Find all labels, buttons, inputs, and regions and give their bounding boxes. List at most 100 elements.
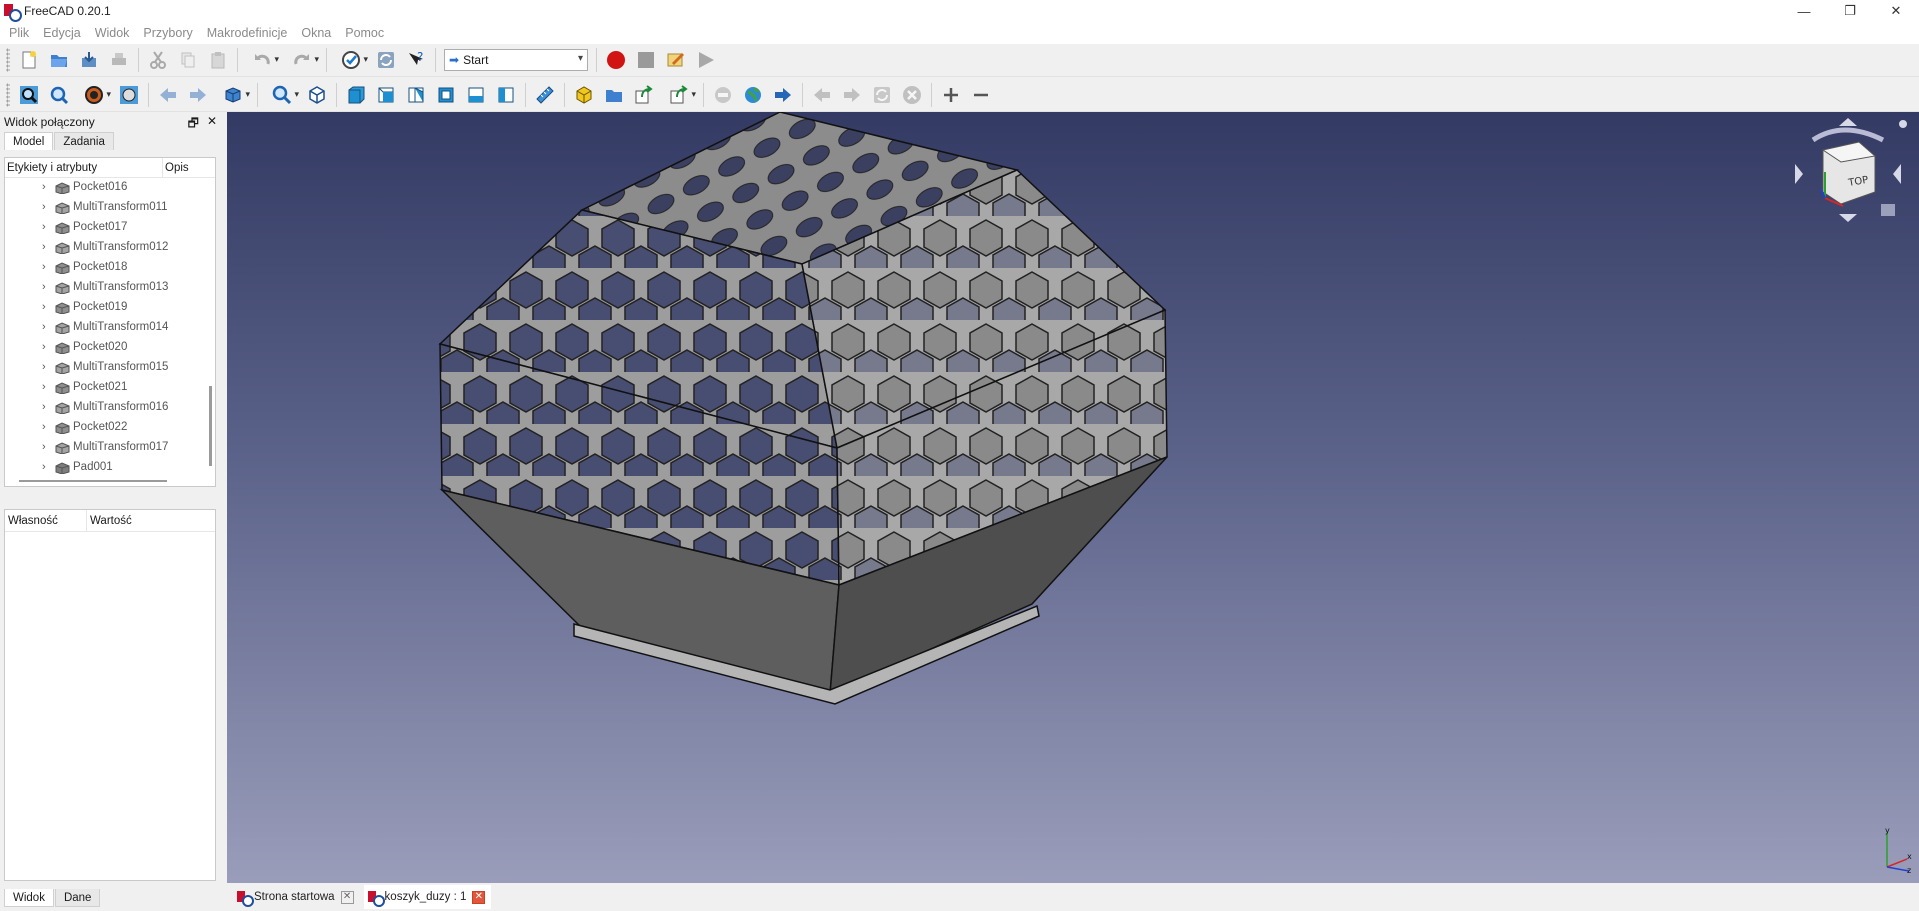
rotate-arrow-icon[interactable] bbox=[1811, 127, 1885, 143]
close-tab-icon[interactable]: ✕ bbox=[340, 890, 354, 904]
model-tree[interactable]: Etykiety i atrybuty Opis › Pocket016 › Mult… bbox=[4, 157, 216, 487]
paste-button[interactable] bbox=[205, 47, 231, 73]
chevron-right-icon[interactable]: › bbox=[42, 221, 46, 233]
web-stop-button[interactable] bbox=[710, 82, 736, 108]
isometric-view-button[interactable] bbox=[304, 82, 330, 108]
tree-item[interactable]: › Pocket022 bbox=[5, 418, 215, 438]
tree-item[interactable]: › Pocket017 bbox=[5, 218, 215, 238]
recompute-button[interactable] bbox=[373, 47, 399, 73]
web-back-button[interactable] bbox=[809, 82, 835, 108]
top-view-button[interactable] bbox=[373, 82, 399, 108]
property-view[interactable]: Własność Wartość bbox=[4, 509, 216, 881]
left-view-button[interactable] bbox=[493, 82, 519, 108]
float-panel-button[interactable]: 🗗 bbox=[188, 114, 199, 135]
tree-item[interactable]: › MultiTransform012 bbox=[5, 238, 215, 258]
menu-help[interactable]: Pomoc bbox=[338, 22, 391, 44]
close-window-button[interactable]: ✕ bbox=[1873, 0, 1919, 22]
copy-button[interactable] bbox=[175, 47, 201, 73]
chevron-right-icon[interactable]: › bbox=[42, 201, 46, 213]
tab-start-page[interactable]: Strona startowa ✕ bbox=[233, 885, 360, 909]
nav-down-arrow-icon[interactable] bbox=[1839, 214, 1857, 222]
tree-item[interactable]: › MultiTransform015 bbox=[5, 358, 215, 378]
chevron-right-icon[interactable]: › bbox=[42, 441, 46, 453]
chevron-right-icon[interactable]: › bbox=[42, 241, 46, 253]
create-part-button[interactable] bbox=[571, 82, 597, 108]
tree-column-description[interactable]: Opis bbox=[163, 158, 189, 177]
web-next-button[interactable] bbox=[839, 82, 865, 108]
chevron-right-icon[interactable]: › bbox=[42, 421, 46, 433]
minimize-button[interactable]: — bbox=[1781, 0, 1827, 22]
whats-this-button[interactable]: ? bbox=[403, 47, 429, 73]
chevron-right-icon[interactable]: › bbox=[42, 401, 46, 413]
tab-tasks[interactable]: Zadania bbox=[54, 132, 114, 150]
menu-edit[interactable]: Edycja bbox=[36, 22, 88, 44]
tree-item[interactable]: › Pocket020 bbox=[5, 338, 215, 358]
front-view-button[interactable] bbox=[343, 82, 369, 108]
zoom-out-button[interactable] bbox=[968, 82, 994, 108]
property-column-name[interactable]: Własność bbox=[5, 510, 87, 531]
menu-view[interactable]: Widok bbox=[88, 22, 137, 44]
chevron-right-icon[interactable]: › bbox=[42, 461, 46, 473]
tree-vertical-scrollbar[interactable] bbox=[209, 386, 212, 466]
toolbar-grip[interactable] bbox=[6, 82, 10, 107]
link-actions-button[interactable] bbox=[661, 82, 697, 108]
chevron-right-icon[interactable]: › bbox=[42, 301, 46, 313]
tree-item[interactable]: › MultiTransform014 bbox=[5, 318, 215, 338]
tab-model[interactable]: Model bbox=[4, 132, 54, 150]
menu-tools[interactable]: Przybory bbox=[136, 22, 199, 44]
std-views-menu-button[interactable] bbox=[215, 82, 251, 108]
view-forward-button[interactable] bbox=[185, 82, 211, 108]
bottom-view-button[interactable] bbox=[463, 82, 489, 108]
undo-button[interactable] bbox=[244, 47, 280, 73]
tree-item[interactable]: › Pocket018 bbox=[5, 258, 215, 278]
cut-button[interactable] bbox=[145, 47, 171, 73]
create-group-button[interactable] bbox=[601, 82, 627, 108]
menu-windows[interactable]: Okna bbox=[294, 22, 338, 44]
draw-style-button[interactable] bbox=[76, 82, 112, 108]
tree-item[interactable]: › Pocket021 bbox=[5, 378, 215, 398]
refresh-options-button[interactable] bbox=[333, 47, 369, 73]
right-view-button[interactable] bbox=[403, 82, 429, 108]
view-back-button[interactable] bbox=[155, 82, 181, 108]
zoom-menu-button[interactable] bbox=[264, 82, 300, 108]
menu-file[interactable]: Plik bbox=[2, 22, 36, 44]
web-refresh-button[interactable] bbox=[869, 82, 895, 108]
chevron-right-icon[interactable]: › bbox=[42, 361, 46, 373]
macro-execute-button[interactable] bbox=[693, 47, 719, 73]
fit-selection-button[interactable] bbox=[46, 82, 72, 108]
zoom-in-button[interactable] bbox=[938, 82, 964, 108]
property-column-value[interactable]: Wartość bbox=[87, 510, 132, 531]
chevron-right-icon[interactable]: › bbox=[42, 381, 46, 393]
chevron-right-icon[interactable]: › bbox=[42, 261, 46, 273]
rear-view-button[interactable] bbox=[433, 82, 459, 108]
tab-document[interactable]: koszyk_duzy : 1 ✕ bbox=[363, 885, 492, 909]
nav-up-arrow-icon[interactable] bbox=[1839, 118, 1857, 126]
tree-item[interactable]: › MultiTransform013 bbox=[5, 278, 215, 298]
view-menu-icon[interactable] bbox=[1881, 204, 1895, 216]
macro-edit-button[interactable] bbox=[663, 47, 689, 73]
tree-item[interactable]: › Pocket016 bbox=[5, 178, 215, 198]
web-cancel-button[interactable] bbox=[899, 82, 925, 108]
nav-menu-icon[interactable] bbox=[1899, 120, 1907, 128]
bounding-box-button[interactable] bbox=[116, 82, 142, 108]
macro-stop-button[interactable] bbox=[633, 47, 659, 73]
tree-item[interactable]: › Pocket019 bbox=[5, 298, 215, 318]
chevron-right-icon[interactable]: › bbox=[42, 181, 46, 193]
tree-item[interactable]: › MultiTransform011 bbox=[5, 198, 215, 218]
tab-data-properties[interactable]: Dane bbox=[54, 889, 101, 907]
3d-viewport[interactable]: TOP y x z bbox=[227, 112, 1919, 883]
chevron-right-icon[interactable]: › bbox=[42, 321, 46, 333]
new-document-button[interactable] bbox=[16, 47, 42, 73]
web-home-button[interactable] bbox=[740, 82, 766, 108]
measure-distance-button[interactable] bbox=[532, 82, 558, 108]
menu-macro[interactable]: Makrodefinicje bbox=[200, 22, 295, 44]
tree-item[interactable]: › MultiTransform017 bbox=[5, 438, 215, 458]
tree-item[interactable]: › Pad001 bbox=[5, 458, 215, 478]
fit-all-button[interactable] bbox=[16, 82, 42, 108]
web-go-button[interactable] bbox=[770, 82, 796, 108]
nav-right-arrow-icon[interactable] bbox=[1893, 164, 1901, 184]
close-panel-button[interactable]: ✕ bbox=[207, 114, 217, 135]
chevron-right-icon[interactable]: › bbox=[42, 281, 46, 293]
create-link-button[interactable] bbox=[631, 82, 657, 108]
print-button[interactable] bbox=[106, 47, 132, 73]
